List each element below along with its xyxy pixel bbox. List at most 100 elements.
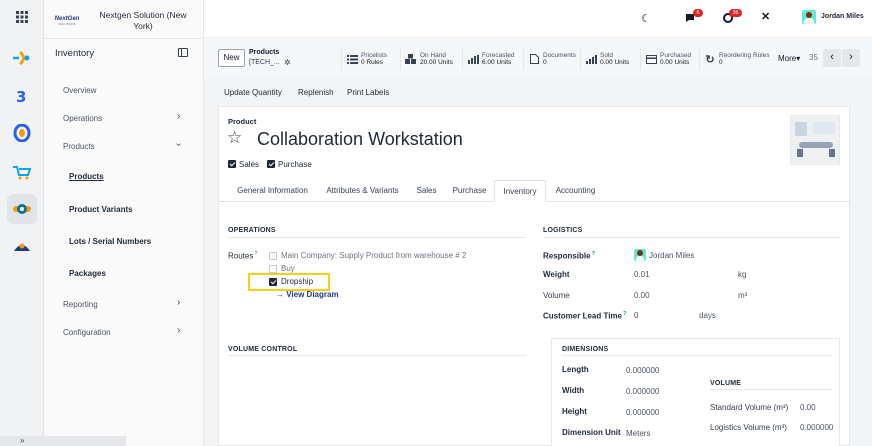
stat-label: Purchased bbox=[660, 52, 692, 59]
chevron-down-icon[interactable]: › bbox=[173, 143, 184, 146]
responsible-label-text: Responsible bbox=[543, 251, 591, 261]
standard-volume-value[interactable]: 0.00 bbox=[800, 403, 816, 412]
length-value[interactable]: 0.000000 bbox=[626, 366, 659, 375]
sidebar-item-reporting[interactable]: Reporting bbox=[63, 300, 98, 309]
update-quantity-button[interactable]: Update Quantity bbox=[224, 88, 282, 97]
view-diagram-link[interactable]: → View Diagram bbox=[276, 290, 339, 299]
pager-next-button[interactable]: › bbox=[842, 49, 860, 67]
route-checkbox-buy[interactable] bbox=[269, 265, 277, 273]
more-button[interactable]: More▾ bbox=[778, 54, 800, 63]
inventory-app-icon[interactable] bbox=[7, 194, 37, 224]
product-label: Product bbox=[228, 117, 257, 126]
volume-header: VOLUME bbox=[710, 380, 742, 387]
help-icon[interactable]: ? bbox=[254, 251, 257, 257]
stat-value: 20.00 Units bbox=[420, 59, 453, 66]
sidebar-title: Inventory bbox=[55, 48, 95, 59]
dimension-unit-value[interactable]: Meters bbox=[626, 429, 650, 438]
product-image[interactable] bbox=[790, 115, 840, 165]
stat-label: On Hand bbox=[420, 52, 447, 59]
stat-documents[interactable]: Documents 0 bbox=[523, 48, 576, 70]
tab-attributes-variants[interactable]: Attributes & Variants bbox=[317, 180, 408, 202]
route-checkbox-dropship[interactable] bbox=[269, 278, 277, 286]
height-label: Height bbox=[562, 407, 587, 416]
volume-unit: m³ bbox=[738, 291, 748, 300]
new-button[interactable]: New bbox=[218, 49, 245, 67]
accounting-app-icon[interactable]: 3 bbox=[7, 81, 37, 111]
print-labels-button[interactable]: Print Labels bbox=[347, 88, 389, 97]
dimension-unit-label: Dimension Unit bbox=[562, 428, 621, 437]
breadcrumb-parent[interactable]: Products bbox=[249, 49, 279, 56]
routes-label: Routes? bbox=[228, 251, 257, 261]
logistics-volume-value[interactable]: 0.000000 bbox=[800, 423, 833, 432]
sidebar-subitem-products[interactable]: Products bbox=[69, 172, 104, 181]
tools-icon[interactable]: ✕ bbox=[761, 10, 770, 23]
height-value[interactable]: 0.000000 bbox=[626, 408, 659, 417]
stat-purchased[interactable]: Purchased 0.00 Units bbox=[640, 48, 691, 70]
refresh-icon: ↻ bbox=[705, 53, 715, 66]
stat-on-hand[interactable]: On Hand 20.00 Units bbox=[400, 48, 453, 70]
company-name[interactable]: Nextgen Solution (New York) bbox=[89, 10, 197, 31]
svg-text:3: 3 bbox=[16, 88, 26, 105]
help-icon[interactable]: ? bbox=[623, 311, 626, 317]
help-icon[interactable]: ? bbox=[592, 251, 595, 257]
sidebar-item-configuration[interactable]: Configuration bbox=[63, 328, 111, 337]
sidebar-toggle-icon[interactable] bbox=[178, 48, 188, 57]
breadcrumb-current: [TECH_... bbox=[249, 59, 280, 66]
product-name[interactable]: Collaboration Workstation bbox=[257, 129, 463, 150]
tab-accounting[interactable]: Accounting bbox=[546, 180, 605, 202]
chevron-right-icon[interactable]: › bbox=[177, 297, 180, 308]
stat-pricelists[interactable]: Pricelists 0 Rules bbox=[341, 48, 387, 70]
sidebar-item-operations[interactable]: Operations bbox=[63, 114, 102, 123]
apps-grid-icon[interactable] bbox=[7, 2, 37, 32]
credit-card-icon bbox=[645, 54, 657, 64]
chevron-right-icon[interactable]: › bbox=[177, 111, 180, 122]
responsible-value[interactable]: Jordan Miles bbox=[649, 251, 694, 260]
logistics-volume-label: Logistics Volume (m³) bbox=[710, 423, 787, 432]
tab-inventory[interactable]: Inventory bbox=[494, 180, 546, 202]
pager-prev-button[interactable]: ‹ bbox=[823, 49, 841, 67]
discuss-app-icon[interactable] bbox=[7, 43, 37, 73]
volume-value[interactable]: 0.00 bbox=[634, 291, 650, 300]
purchase-checkbox[interactable] bbox=[267, 160, 275, 168]
customer-lead-time-value[interactable]: 0 bbox=[634, 311, 638, 320]
stat-reordering-rules[interactable]: ↻ Reordering Rules 0 bbox=[699, 48, 770, 70]
document-icon bbox=[528, 54, 540, 64]
width-label: Width bbox=[562, 386, 585, 395]
stat-value: 6.00 Units bbox=[482, 59, 512, 66]
sales-checkbox[interactable] bbox=[228, 160, 236, 168]
chevron-right-icon[interactable]: › bbox=[177, 325, 180, 336]
stat-value: 0 bbox=[719, 59, 723, 66]
weight-value[interactable]: 0.01 bbox=[634, 270, 650, 279]
purchase-checkbox-label: Purchase bbox=[278, 160, 312, 169]
stat-forecasted[interactable]: Forecasted 6.00 Units bbox=[462, 48, 515, 70]
sidebar-item-overview[interactable]: Overview bbox=[63, 86, 96, 95]
collapse-chevron-icon[interactable]: » bbox=[20, 436, 24, 445]
sidebar-subitem-lots[interactable]: Lots / Serial Numbers bbox=[69, 237, 151, 246]
lead-label-text: Customer Lead Time bbox=[543, 311, 622, 321]
bottom-toggle-bar[interactable]: » bbox=[0, 436, 126, 446]
tab-general-information[interactable]: General Information bbox=[228, 180, 317, 202]
tab-sales[interactable]: Sales bbox=[408, 180, 445, 202]
sold-chart-icon bbox=[585, 54, 597, 64]
list-icon bbox=[346, 54, 358, 64]
replenish-button[interactable]: Replenish bbox=[298, 88, 334, 97]
project-app-icon[interactable] bbox=[7, 118, 37, 148]
sidebar-item-products[interactable]: Products bbox=[63, 142, 95, 151]
favorite-star-icon[interactable]: ☆ bbox=[227, 128, 242, 148]
dark-mode-moon-icon[interactable]: ☾ bbox=[641, 12, 651, 25]
top-navbar: ☾ 6 36 ✕ Jordan Miles bbox=[204, 0, 872, 38]
sales-cart-icon[interactable] bbox=[7, 157, 37, 187]
settings-gear-icon[interactable]: ✲ bbox=[284, 58, 291, 67]
route-checkbox-supply[interactable] bbox=[269, 252, 277, 260]
width-value[interactable]: 0.000000 bbox=[626, 387, 659, 396]
stat-sold[interactable]: Sold 0.00 Units bbox=[580, 48, 629, 70]
delivery-app-icon[interactable] bbox=[7, 233, 37, 263]
tab-purchase[interactable]: Purchase bbox=[445, 180, 494, 202]
standard-volume-label: Standard Volume (m³) bbox=[710, 403, 789, 412]
sidebar-subitem-variants[interactable]: Product Variants bbox=[69, 205, 133, 214]
sidebar-subitem-packages[interactable]: Packages bbox=[69, 269, 106, 278]
stat-label: Pricelists bbox=[361, 52, 388, 59]
user-name[interactable]: Jordan Miles bbox=[821, 13, 864, 20]
volume-label: Volume bbox=[543, 291, 570, 300]
user-avatar[interactable] bbox=[802, 10, 816, 24]
